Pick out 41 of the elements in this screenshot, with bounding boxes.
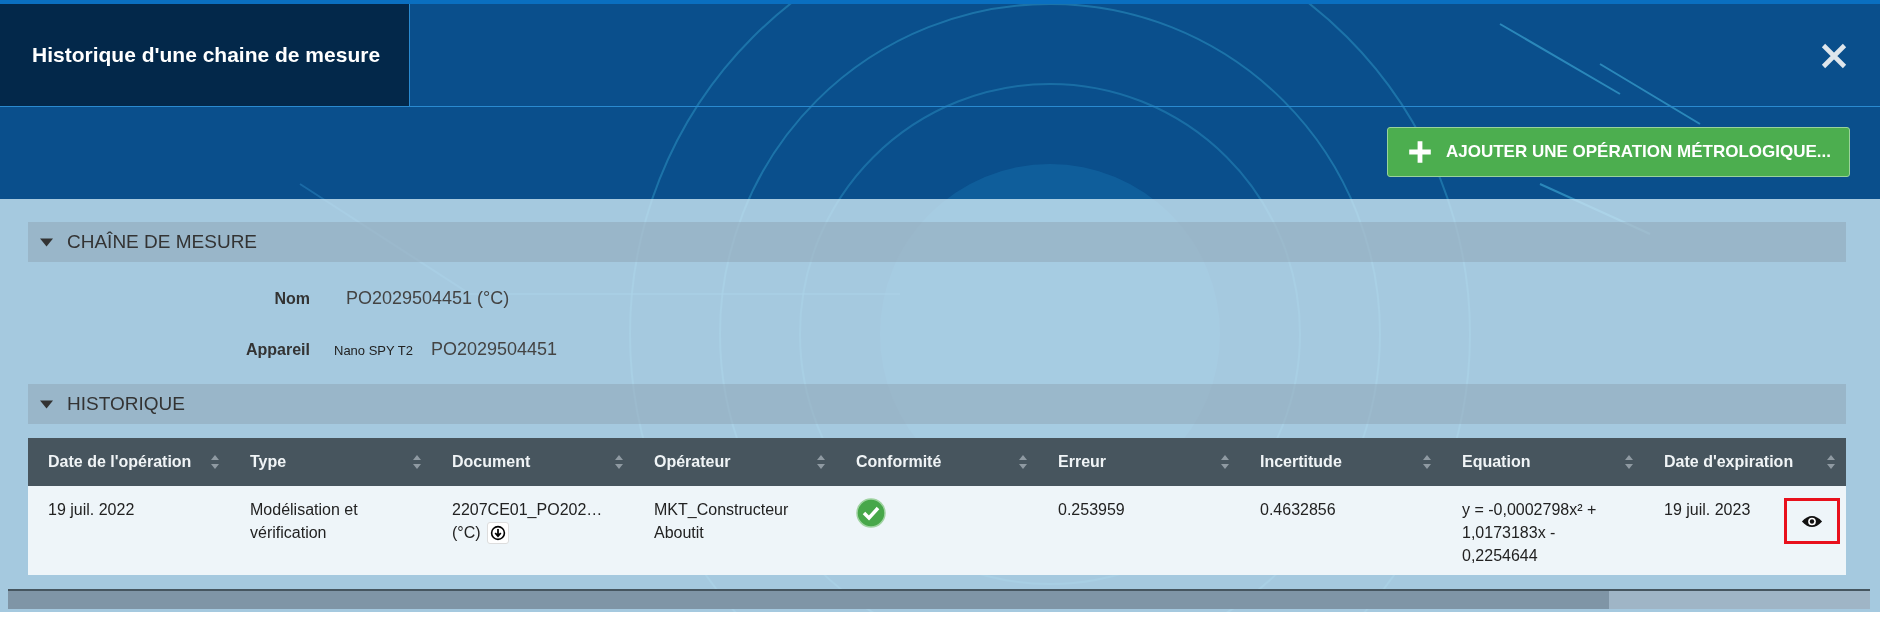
column-header[interactable]: Document — [452, 453, 531, 471]
column-header[interactable]: Date d'expiration — [1664, 453, 1794, 471]
download-button[interactable] — [486, 521, 509, 544]
column-header[interactable]: Equation — [1462, 453, 1531, 471]
view-button[interactable] — [1784, 498, 1840, 544]
sort-icon[interactable] — [1624, 454, 1634, 470]
download-icon — [489, 524, 506, 541]
field-value: PO2029504451 — [431, 339, 558, 360]
sort-icon[interactable] — [614, 454, 624, 470]
table-cell: 0.4632856 — [1260, 501, 1336, 518]
column-header[interactable]: Date de l'opération — [48, 453, 192, 471]
plus-icon — [1407, 139, 1432, 164]
section-header[interactable]: CHAÎNE DE MESURE — [28, 222, 1846, 262]
table-cell: y = -0,0002798x² + 1,0173183x - 0,2254644 — [1462, 501, 1597, 565]
sort-icon[interactable] — [816, 454, 826, 470]
column-header[interactable]: Opérateur — [654, 453, 731, 471]
sort-icon[interactable] — [1422, 454, 1432, 470]
table-cell: MKT_Constructeur Aboutit — [654, 501, 789, 542]
table-cell-text: 19 juil. 2023 — [1664, 500, 1751, 520]
sort-icon[interactable] — [1018, 454, 1028, 470]
horizontal-scrollbar[interactable] — [8, 589, 1870, 609]
document-unit: (°C) — [452, 523, 481, 544]
close-icon[interactable] — [1820, 42, 1848, 70]
column-header[interactable]: Erreur — [1058, 453, 1107, 471]
sort-icon[interactable] — [210, 454, 220, 470]
table-cell: Modélisation et vérification — [250, 501, 358, 542]
eye-icon — [1801, 513, 1823, 529]
dialog-title: Historique d'une chaine de mesure — [0, 4, 410, 106]
device-model: Nano SPY T2 — [334, 343, 413, 358]
sort-icon[interactable] — [412, 454, 422, 470]
document-name: 2207CE01_PO202… — [452, 501, 603, 518]
field-label: Nom — [273, 290, 310, 308]
section-header[interactable]: HISTORIQUE — [28, 384, 1846, 424]
field-label: Appareil — [245, 341, 310, 359]
column-header[interactable]: Incertitude — [1260, 453, 1342, 471]
sort-icon[interactable] — [1826, 454, 1836, 470]
field-value: PO2029504451 (°C) — [346, 288, 510, 309]
column-header[interactable]: Conformité — [856, 453, 942, 471]
column-header[interactable]: Type — [250, 453, 287, 471]
table-cell: 19 juil. 2022 — [48, 501, 135, 518]
table-cell: 0.253959 — [1058, 501, 1125, 518]
